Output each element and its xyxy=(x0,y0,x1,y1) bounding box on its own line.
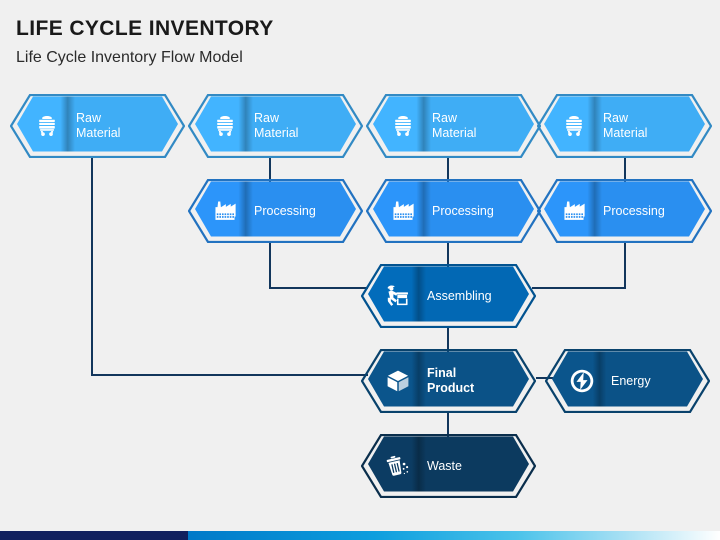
node-shape-raw-material-2 xyxy=(188,94,363,158)
node-fill xyxy=(195,181,356,237)
node-fill xyxy=(544,181,705,237)
node-shape-waste xyxy=(361,434,536,498)
node-shape-assembling xyxy=(361,264,536,328)
node-fill xyxy=(373,96,534,152)
flow-node-processing-1[interactable]: Processing xyxy=(188,179,363,243)
flow-node-waste[interactable]: Waste xyxy=(361,434,536,498)
node-shape-processing-1 xyxy=(188,179,363,243)
connector-proc3-to-asm xyxy=(532,243,626,289)
node-fill xyxy=(17,96,178,152)
flow-node-processing-3[interactable]: Processing xyxy=(537,179,712,243)
flow-node-raw-material-4[interactable]: Raw Material xyxy=(537,94,712,158)
connector-proc1-to-asm xyxy=(269,243,368,289)
node-fill xyxy=(552,351,703,407)
node-fill xyxy=(368,351,529,407)
flow-node-final-product[interactable]: Final Product xyxy=(361,349,536,413)
flow-node-raw-material-3[interactable]: Raw Material xyxy=(366,94,541,158)
slide-canvas: LIFE CYCLE INVENTORY Life Cycle Inventor… xyxy=(0,0,720,540)
flow-node-assembling[interactable]: Assembling xyxy=(361,264,536,328)
node-shape-processing-2 xyxy=(366,179,541,243)
node-shape-energy xyxy=(545,349,710,413)
footer-bar-gradient-segment xyxy=(188,531,720,540)
node-shape-raw-material-3 xyxy=(366,94,541,158)
node-fill xyxy=(368,266,529,322)
flow-node-raw-material-1[interactable]: Raw Material xyxy=(10,94,185,158)
node-fill xyxy=(368,436,529,492)
node-fill xyxy=(544,96,705,152)
node-shape-raw-material-4 xyxy=(537,94,712,158)
connector-lines xyxy=(91,158,626,437)
footer-bar-navy-segment xyxy=(0,531,188,540)
node-shape-raw-material-1 xyxy=(10,94,185,158)
node-shape-processing-3 xyxy=(537,179,712,243)
footer-accent-bar xyxy=(0,531,720,540)
flow-node-processing-2[interactable]: Processing xyxy=(366,179,541,243)
node-fill xyxy=(195,96,356,152)
node-shape-final-product xyxy=(361,349,536,413)
node-fill xyxy=(373,181,534,237)
flow-node-raw-material-2[interactable]: Raw Material xyxy=(188,94,363,158)
flow-node-energy[interactable]: Energy xyxy=(545,349,710,413)
